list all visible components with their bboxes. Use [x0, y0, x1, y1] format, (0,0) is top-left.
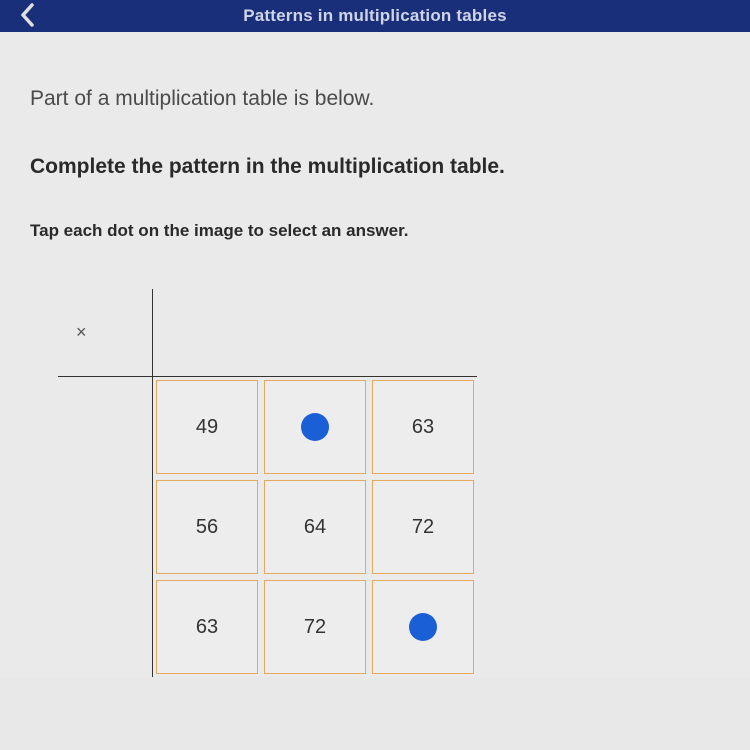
table-cell: 49	[156, 380, 258, 474]
row-header	[58, 577, 153, 677]
main-content: Part of a multiplication table is below.…	[0, 32, 750, 677]
column-header	[369, 289, 477, 377]
operator-cell: ×	[58, 289, 153, 377]
row-header	[58, 477, 153, 577]
table-cell: 56	[156, 480, 258, 574]
answer-dot-cell[interactable]	[372, 580, 474, 674]
table-cell: 72	[264, 580, 366, 674]
table-cell: 63	[372, 380, 474, 474]
multiplication-table: × 49 63 56 64 72 63 72	[58, 289, 720, 677]
page-title: Patterns in multiplication tables	[8, 6, 742, 26]
back-button[interactable]	[18, 2, 38, 28]
table-cell: 63	[156, 580, 258, 674]
table-cell: 64	[264, 480, 366, 574]
row-header	[58, 377, 153, 477]
hint-text: Tap each dot on the image to select an a…	[30, 221, 720, 241]
dot-icon	[409, 613, 437, 641]
answer-dot-cell[interactable]	[264, 380, 366, 474]
intro-text: Part of a multiplication table is below.	[30, 87, 720, 111]
column-header	[261, 289, 369, 377]
column-header	[153, 289, 261, 377]
dot-icon	[301, 413, 329, 441]
app-header: Patterns in multiplication tables	[0, 0, 750, 32]
chevron-left-icon	[18, 2, 38, 28]
table-cell: 72	[372, 480, 474, 574]
prompt-text: Complete the pattern in the multiplicati…	[30, 155, 720, 179]
